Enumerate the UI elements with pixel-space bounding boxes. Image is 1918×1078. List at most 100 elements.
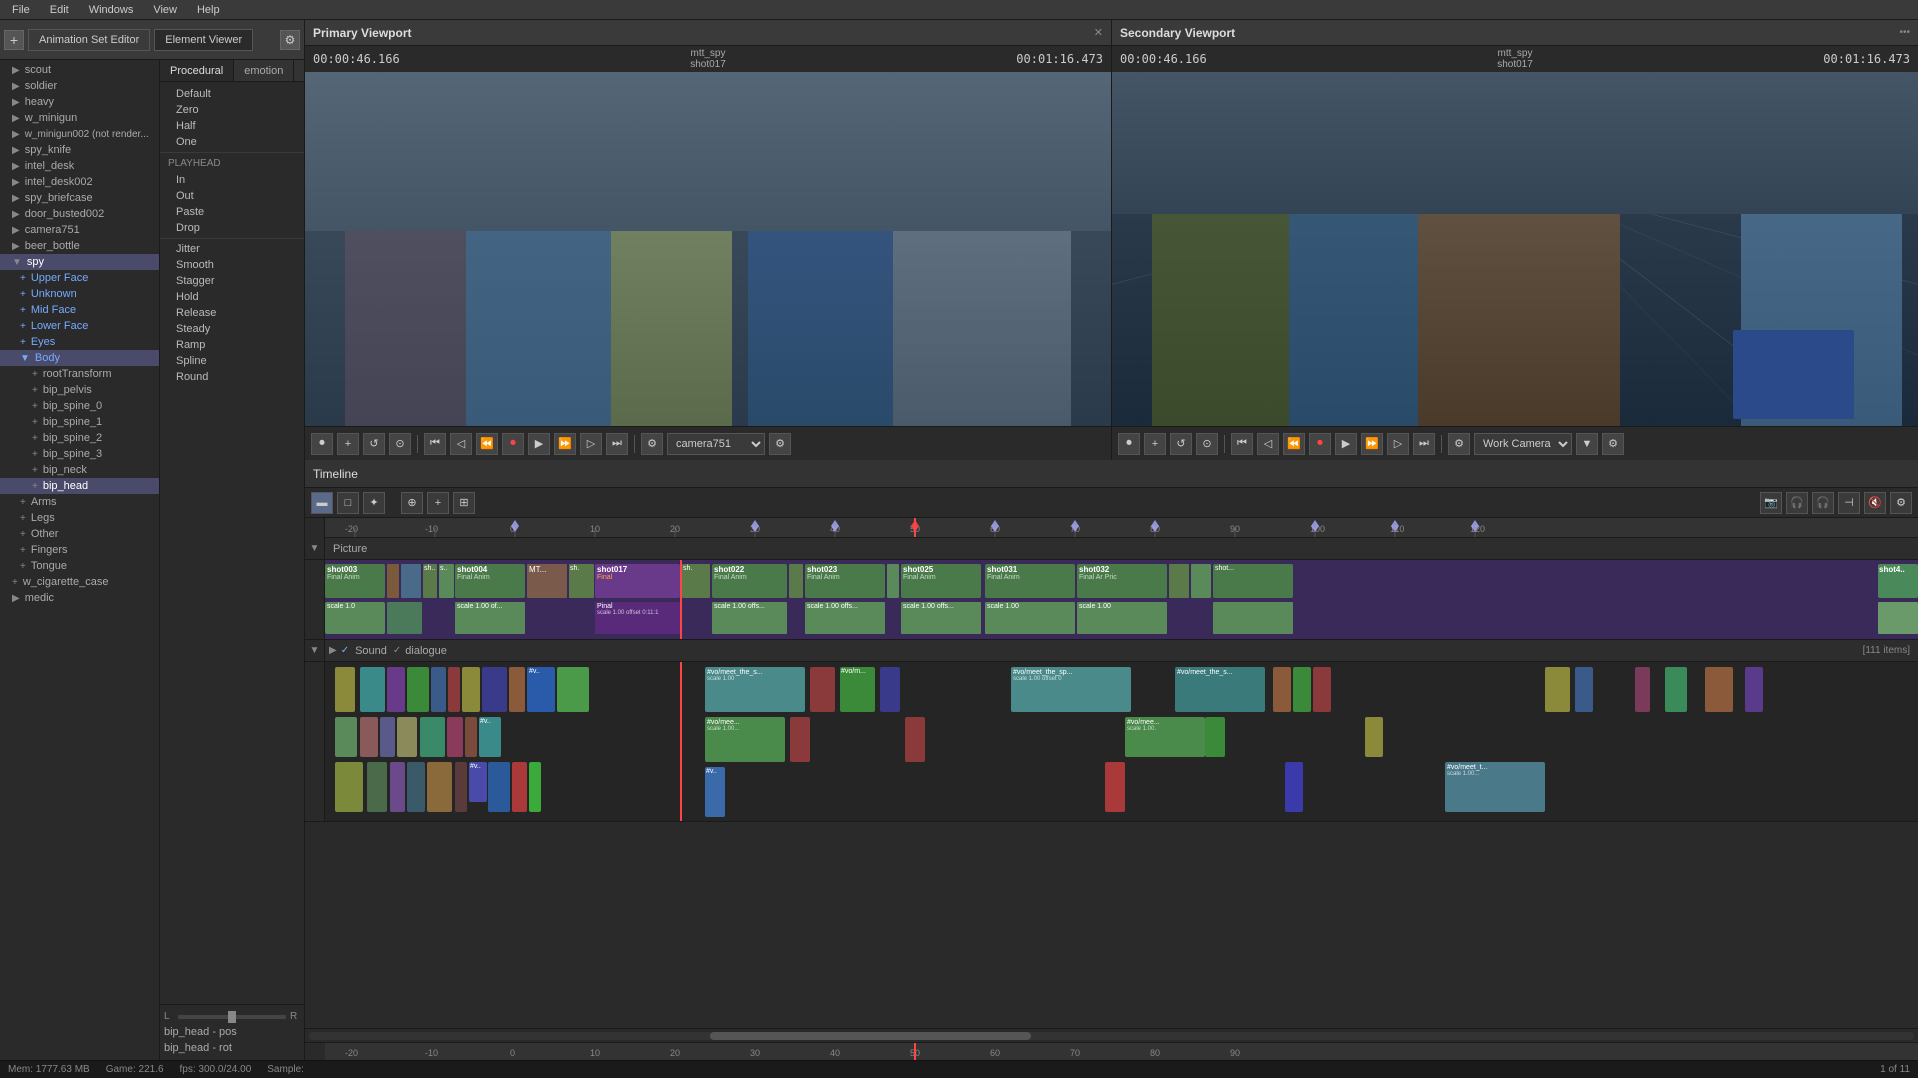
- tree-item-bip_head[interactable]: + bip_head: [0, 478, 159, 494]
- primary-stepback-btn[interactable]: ⏪: [476, 433, 498, 455]
- sound-section-expand[interactable]: ▶: [325, 645, 341, 656]
- shot-sh-5[interactable]: [1191, 564, 1211, 598]
- tree-item-lower-face[interactable]: + Lower Face: [0, 318, 159, 334]
- tree-item-arms[interactable]: + Arms: [0, 494, 159, 510]
- timeline-scrollbar[interactable]: [305, 1028, 1918, 1042]
- tl-btn-select[interactable]: □: [337, 492, 359, 514]
- ctx-item-release[interactable]: Release: [160, 305, 304, 321]
- tl-btn-settings[interactable]: ⚙: [1890, 492, 1912, 514]
- slider-thumb[interactable]: [228, 1011, 236, 1023]
- ctx-item-steady[interactable]: Steady: [160, 321, 304, 337]
- ctx-item-smooth[interactable]: Smooth: [160, 257, 304, 273]
- snd-r2-1[interactable]: [335, 717, 357, 757]
- tl-btn-camera[interactable]: 📷: [1760, 492, 1782, 514]
- tree-item-tongue[interactable]: + Tongue: [0, 558, 159, 574]
- tree-item-spy_briefcase[interactable]: ▶ spy_briefcase: [0, 190, 159, 206]
- tree-item-bip_pelvis[interactable]: + bip_pelvis: [0, 382, 159, 398]
- menu-edit[interactable]: Edit: [46, 2, 73, 18]
- tree-item-body[interactable]: ▼ Body: [0, 350, 159, 366]
- snd-vo-m1[interactable]: #vo/mee... scale 1.00.: [1125, 717, 1205, 757]
- secondary-camera-select[interactable]: Work Camera camera751: [1474, 433, 1572, 455]
- sound-check2[interactable]: ✓: [393, 645, 401, 656]
- ctx-item-zero[interactable]: Zero: [160, 102, 304, 118]
- snd-r3-1[interactable]: [335, 762, 363, 812]
- shot-block-far-rightb[interactable]: [1878, 602, 1918, 634]
- menu-file[interactable]: File: [8, 2, 34, 18]
- primary-camera-select[interactable]: camera751 Work Camera: [667, 433, 765, 455]
- primary-viewport-close[interactable]: ✕: [1094, 26, 1103, 39]
- snd-rr-3[interactable]: [1635, 667, 1650, 712]
- tab-element-viewer[interactable]: Element Viewer: [154, 29, 253, 51]
- snd-vo-5[interactable]: #vo/meet_t... scale 1.00...: [1445, 762, 1545, 812]
- tab-animation-set-editor[interactable]: Animation Set Editor: [28, 29, 150, 51]
- snd-vo-4[interactable]: #vo/meet_the_s...: [1175, 667, 1265, 712]
- tl-btn-expand[interactable]: ⊞: [453, 492, 475, 514]
- snd-rr-1[interactable]: [1545, 667, 1570, 712]
- ctx-item-out[interactable]: Out: [160, 188, 304, 204]
- ctx-item-paste[interactable]: Paste: [160, 204, 304, 220]
- secondary-record2-btn[interactable]: ⏺: [1309, 433, 1331, 455]
- snd-r3-voice[interactable]: #v..: [705, 767, 725, 817]
- snd-3[interactable]: [387, 667, 405, 712]
- primary-play-btn[interactable]: ▶: [528, 433, 550, 455]
- gear-button[interactable]: ⚙: [280, 30, 300, 50]
- tree-item-bip_spine_1[interactable]: + bip_spine_1: [0, 414, 159, 430]
- shot-sh-2[interactable]: sh.: [682, 564, 710, 598]
- snd-r2-3[interactable]: [380, 717, 395, 757]
- snd-r3-4[interactable]: [407, 762, 425, 812]
- snd-far-2[interactable]: [1293, 667, 1311, 712]
- primary-skipfwd-btn[interactable]: ⏭: [606, 433, 628, 455]
- primary-cam-settings-btn[interactable]: ⚙: [769, 433, 791, 455]
- tree-item-camera751[interactable]: ▶ camera751: [0, 222, 159, 238]
- tree-item-scout[interactable]: ▶ scout: [0, 62, 159, 78]
- snd-r2-4[interactable]: [397, 717, 417, 757]
- shot-block-shot017[interactable]: shot017 Final: [595, 564, 680, 598]
- snd-1[interactable]: [335, 667, 355, 712]
- snd-vo-2[interactable]: #vo/m...: [840, 667, 875, 712]
- tree-item-beer_bottle[interactable]: ▶ beer_bottle: [0, 238, 159, 254]
- menu-help[interactable]: Help: [193, 2, 224, 18]
- primary-settings-btn[interactable]: ⚙: [641, 433, 663, 455]
- tl-btn-mute[interactable]: 🔇: [1864, 492, 1886, 514]
- shot-mini-2[interactable]: [401, 564, 421, 598]
- tree-item-bip_neck[interactable]: + bip_neck: [0, 462, 159, 478]
- shot-mt-block[interactable]: MT...: [527, 564, 567, 598]
- tree-item-legs[interactable]: + Legs: [0, 510, 159, 526]
- primary-frameback-btn[interactable]: ◁: [450, 433, 472, 455]
- snd-far-3[interactable]: [1313, 667, 1331, 712]
- snd-r2-8[interactable]: #v..: [479, 717, 501, 757]
- ctx-item-drop[interactable]: Drop: [160, 220, 304, 236]
- shot-block-shot023b[interactable]: scale 1.00 offs...: [805, 602, 885, 634]
- shot-block-far1b[interactable]: [1213, 602, 1293, 634]
- menu-view[interactable]: View: [149, 2, 181, 18]
- secondary-stepfwd-btn[interactable]: ⏩: [1361, 433, 1383, 455]
- shot-block-shot032[interactable]: shot032 Final Ar Pric: [1077, 564, 1167, 598]
- shot-sh-4[interactable]: [1169, 564, 1189, 598]
- ctx-item-one[interactable]: One: [160, 134, 304, 150]
- snd-r2-m1[interactable]: [1205, 717, 1225, 757]
- tree-item-fingers[interactable]: + Fingers: [0, 542, 159, 558]
- add-button[interactable]: +: [4, 30, 24, 50]
- tree-item-w_minigun002[interactable]: ▶ w_minigun002 (not render...: [0, 126, 159, 142]
- snd-r3-10[interactable]: [529, 762, 541, 812]
- snd-9[interactable]: [509, 667, 525, 712]
- primary-record2-btn[interactable]: ⏺: [502, 433, 524, 455]
- snd-8[interactable]: [482, 667, 507, 712]
- tree-item-medic[interactable]: ▶ medic: [0, 590, 159, 606]
- snd-blue-1[interactable]: #v..: [527, 667, 555, 712]
- tab-emotion[interactable]: emotion: [234, 60, 294, 81]
- tree-item-bip_spine_3[interactable]: + bip_spine_3: [0, 446, 159, 462]
- shot-sh-1[interactable]: sh.: [569, 564, 594, 598]
- snd-vo-3[interactable]: #vo/meet_the_sp... scale 1.00 offset 0: [1011, 667, 1131, 712]
- snd-rr-4[interactable]: [1665, 667, 1687, 712]
- ctx-item-half[interactable]: Half: [160, 118, 304, 134]
- shot-block-shot003[interactable]: shot003 Final Anim: [325, 564, 385, 598]
- tl-btn-move[interactable]: ⊕: [401, 492, 423, 514]
- tree-item-upper-face[interactable]: + Upper Face: [0, 270, 159, 286]
- tree-item-w_minigun[interactable]: ▶ w_minigun: [0, 110, 159, 126]
- shot-block-shot023[interactable]: shot023 Final Anim: [805, 564, 885, 598]
- ctx-item-spline[interactable]: Spline: [160, 353, 304, 369]
- snd-2[interactable]: [360, 667, 385, 712]
- shot-mini-1[interactable]: [387, 564, 399, 598]
- secondary-cam-settings-btn[interactable]: ▼: [1576, 433, 1598, 455]
